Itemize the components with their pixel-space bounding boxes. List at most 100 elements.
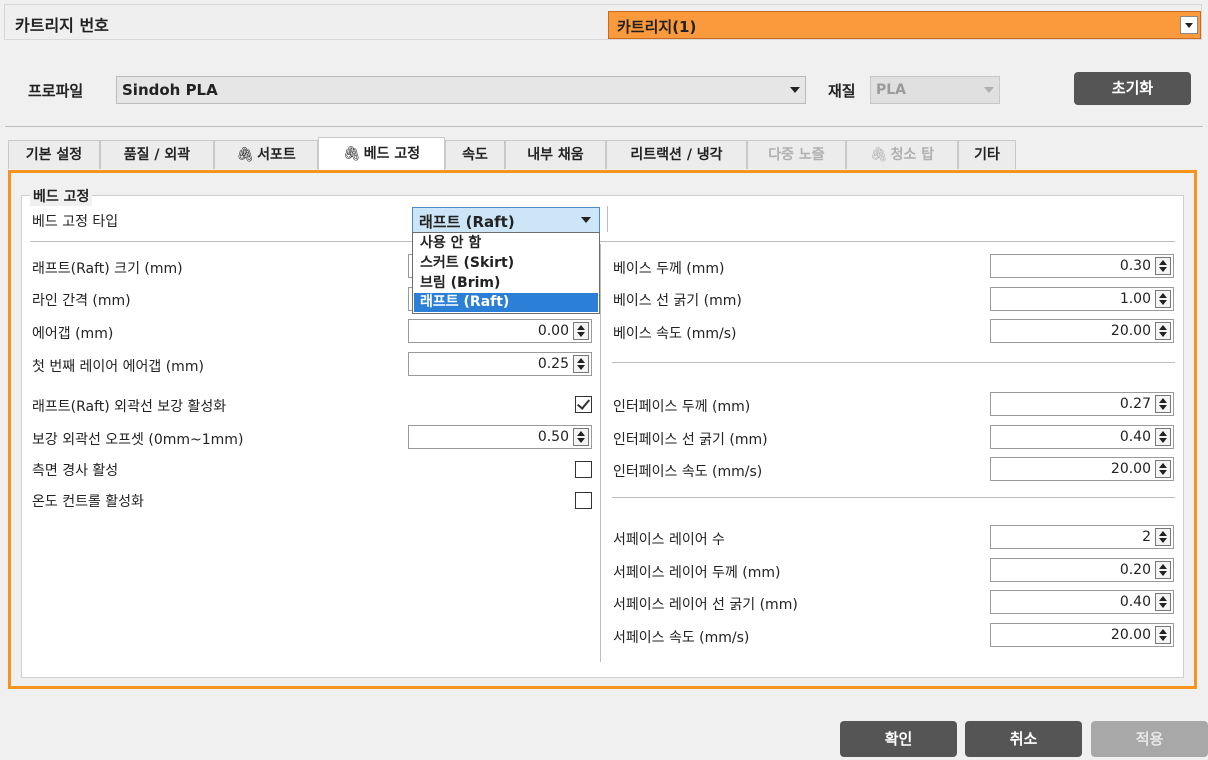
interface-speed-input[interactable]: 20.00: [990, 457, 1174, 481]
temp-control-checkbox[interactable]: [575, 492, 592, 509]
interface-thickness-input[interactable]: 0.27: [990, 392, 1174, 416]
first-layer-gap-label: 첫 번째 레이어 에어갭 (mm): [32, 359, 204, 375]
line-spacing-label: 라인 간격 (mm): [32, 293, 131, 309]
interface-thickness-value: 0.27: [1119, 396, 1151, 412]
cartridge-label: 카트리지 번호: [15, 16, 109, 35]
tab-wipe-tower[interactable]: 🖇 청소 탑: [846, 140, 958, 169]
tab-label: 베드 고정: [363, 146, 421, 162]
interface-thickness-label: 인터페이스 두께 (mm): [613, 399, 751, 415]
raft-outline-checkbox[interactable]: [575, 396, 592, 413]
chevron-down-icon: [581, 217, 591, 223]
surface-line-width-input[interactable]: 0.40: [990, 590, 1174, 614]
base-line-width-input[interactable]: 1.00: [990, 287, 1174, 311]
tab-speed[interactable]: 속도: [445, 140, 505, 169]
profile-label: 프로파일: [28, 82, 84, 100]
option-brim[interactable]: 브림 (Brim): [414, 274, 598, 293]
spinner-arrows-icon[interactable]: [1155, 428, 1171, 446]
option-skirt[interactable]: 스커트 (Skirt): [414, 254, 598, 273]
tab-basic[interactable]: 기본 설정: [8, 140, 100, 169]
surface-speed-input[interactable]: 20.00: [990, 623, 1174, 647]
ok-button[interactable]: 확인: [840, 721, 957, 757]
tab-quality[interactable]: 품질 / 외곽: [100, 140, 214, 169]
divider: [5, 126, 1203, 127]
bed-type-select[interactable]: 래프트 (Raft): [412, 207, 600, 233]
base-line-width-value: 1.00: [1119, 291, 1151, 307]
paperclip-icon: 🖇: [342, 146, 361, 162]
tab-bed-adhesion[interactable]: 🖇 베드 고정: [318, 137, 445, 170]
spinner-arrows-icon[interactable]: [573, 428, 589, 446]
base-thickness-value: 0.30: [1119, 258, 1151, 274]
spinner-arrows-icon[interactable]: [1155, 257, 1171, 275]
outline-offset-value: 0.50: [537, 429, 569, 445]
reset-button[interactable]: 초기화: [1074, 72, 1191, 105]
tab-label: 다중 노즐: [768, 147, 825, 163]
air-gap-label: 에어갭 (mm): [32, 326, 114, 342]
cartridge-row: 카트리지 번호 카트리지(1): [4, 4, 1202, 40]
apply-button[interactable]: 적용: [1091, 721, 1208, 757]
side-slope-label: 측면 경사 활성: [32, 463, 119, 479]
column-divider: [600, 244, 601, 662]
tab-label: 내부 채움: [527, 147, 584, 163]
spinner-arrows-icon[interactable]: [1155, 395, 1171, 413]
cartridge-select-value: 카트리지(1): [617, 18, 697, 36]
interface-speed-label: 인터페이스 속도 (mm/s): [613, 464, 763, 480]
surface-line-width-label: 서페이스 레이어 선 굵기 (mm): [613, 597, 798, 613]
tab-label: 기타: [974, 147, 1000, 163]
base-thickness-input[interactable]: 0.30: [990, 254, 1174, 278]
material-select[interactable]: PLA: [870, 76, 1000, 104]
tab-support[interactable]: 🖇 서포트: [214, 140, 318, 169]
tab-label: 품질 / 외곽: [123, 147, 191, 163]
material-label: 재질: [828, 82, 856, 100]
divider: [612, 497, 1175, 498]
tab-label: 청소 탑: [890, 147, 935, 163]
option-raft[interactable]: 래프트 (Raft): [414, 293, 598, 312]
first-layer-gap-input[interactable]: 0.25: [408, 352, 592, 376]
tab-multi-nozzle[interactable]: 다중 노즐: [747, 140, 846, 169]
cancel-button[interactable]: 취소: [965, 721, 1082, 757]
interface-line-width-value: 0.40: [1119, 429, 1151, 445]
spinner-arrows-icon[interactable]: [1155, 528, 1171, 546]
spinner-arrows-icon[interactable]: [573, 322, 589, 340]
base-thickness-label: 베이스 두께 (mm): [613, 261, 725, 277]
divider: [30, 241, 1175, 242]
base-speed-input[interactable]: 20.00: [990, 319, 1174, 343]
base-speed-value: 20.00: [1110, 323, 1151, 339]
profile-select[interactable]: Sindoh PLA: [116, 76, 806, 104]
spinner-arrows-icon[interactable]: [1155, 322, 1171, 340]
paperclip-icon: 🖇: [869, 147, 888, 163]
surface-speed-label: 서페이스 속도 (mm/s): [613, 630, 750, 646]
chevron-down-icon: [790, 87, 800, 93]
bed-type-label: 베드 고정 타입: [32, 214, 119, 230]
surface-layers-input[interactable]: 2: [990, 525, 1174, 549]
air-gap-value: 0.00: [537, 323, 569, 339]
interface-speed-value: 20.00: [1110, 461, 1151, 477]
chevron-down-icon[interactable]: [1180, 16, 1198, 34]
spinner-arrows-icon[interactable]: [1155, 460, 1171, 478]
tab-retraction-cooling[interactable]: 리트랙션 / 냉각: [606, 140, 747, 169]
spinner-arrows-icon[interactable]: [1155, 290, 1171, 308]
tab-label: 리트랙션 / 냉각: [630, 147, 723, 163]
tab-etc[interactable]: 기타: [958, 140, 1016, 169]
outline-offset-input[interactable]: 0.50: [408, 425, 592, 449]
spinner-arrows-icon[interactable]: [1155, 561, 1171, 579]
surface-thickness-value: 0.20: [1119, 562, 1151, 578]
cartridge-select[interactable]: 카트리지(1): [608, 11, 1201, 39]
surface-speed-value: 20.00: [1110, 627, 1151, 643]
raft-size-label: 래프트(Raft) 크기 (mm): [32, 261, 183, 277]
surface-thickness-input[interactable]: 0.20: [990, 558, 1174, 582]
first-layer-gap-value: 0.25: [537, 356, 569, 372]
interface-line-width-input[interactable]: 0.40: [990, 425, 1174, 449]
tab-infill[interactable]: 내부 채움: [505, 140, 606, 169]
option-none[interactable]: 사용 안 함: [414, 234, 598, 253]
surface-layers-value: 2: [1142, 529, 1151, 545]
spinner-arrows-icon[interactable]: [1155, 593, 1171, 611]
surface-line-width-value: 0.40: [1119, 594, 1151, 610]
surface-layers-label: 서페이스 레이어 수: [613, 532, 725, 548]
side-slope-checkbox[interactable]: [575, 461, 592, 478]
spinner-arrows-icon[interactable]: [573, 355, 589, 373]
air-gap-input[interactable]: 0.00: [408, 319, 592, 343]
spinner-arrows-icon[interactable]: [1155, 626, 1171, 644]
interface-line-width-label: 인터페이스 선 굵기 (mm): [613, 432, 768, 448]
outline-offset-label: 보강 외곽선 오프셋 (0mm~1mm): [32, 432, 244, 448]
divider: [612, 362, 1175, 363]
